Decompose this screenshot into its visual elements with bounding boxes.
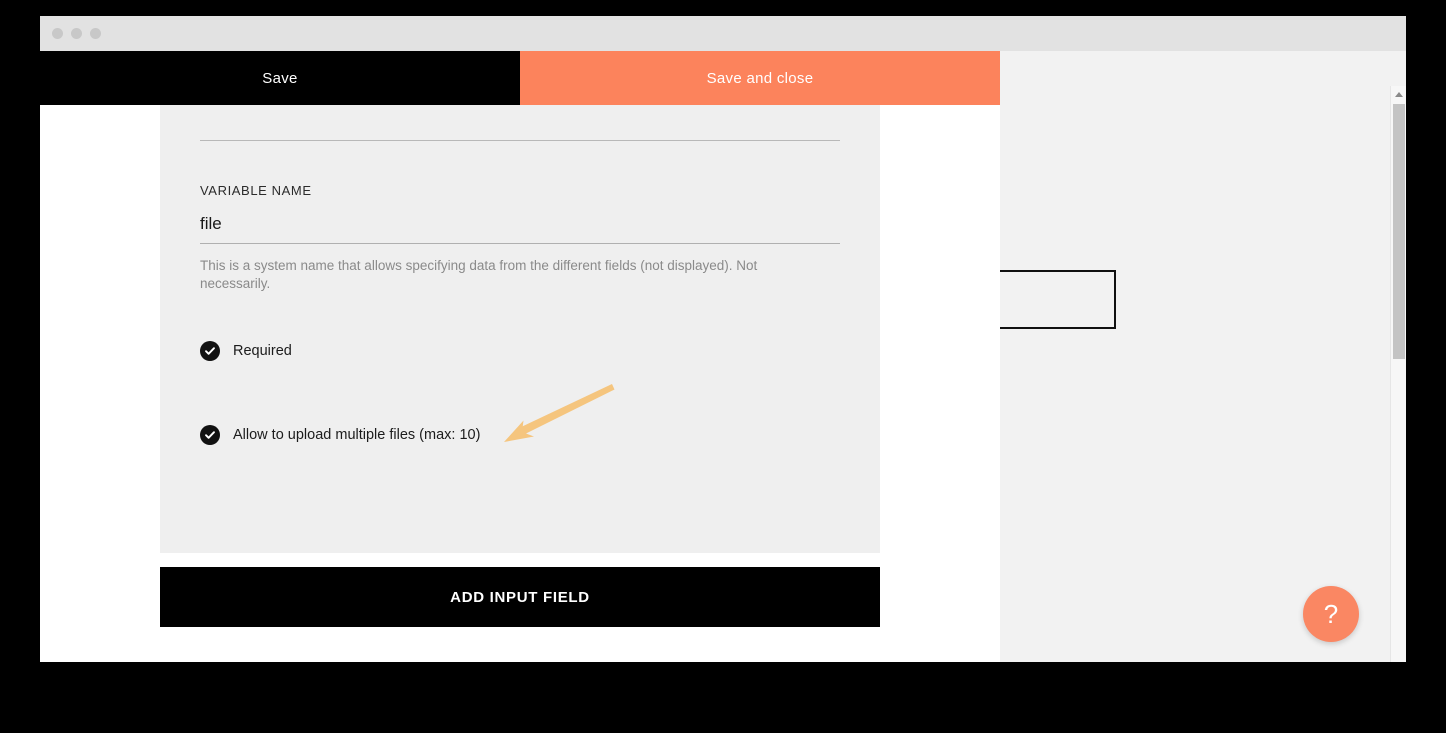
add-input-field-button[interactable]: ADD INPUT FIELD (160, 567, 880, 627)
field-editor-panel: VARIABLE NAME This is a system name that… (160, 105, 880, 553)
check-icon (200, 425, 220, 445)
help-button[interactable]: ? (1303, 586, 1359, 642)
maximize-dot[interactable] (90, 28, 101, 39)
variable-name-input[interactable] (200, 204, 840, 244)
checkbox-label-required: Required (233, 343, 292, 359)
minimize-dot[interactable] (71, 28, 82, 39)
field-settings-modal: Save Save and close VARIABLE NAME This i… (40, 51, 1000, 662)
panel-divider (200, 140, 840, 141)
save-and-close-button[interactable]: Save and close (520, 51, 1000, 105)
check-icon (200, 341, 220, 361)
variable-name-label: VARIABLE NAME (200, 183, 312, 198)
chevron-up-icon[interactable] (1391, 86, 1406, 102)
browser-window: Save Save and close VARIABLE NAME This i… (40, 16, 1406, 662)
close-dot[interactable] (52, 28, 63, 39)
scrollbar-thumb[interactable] (1393, 104, 1405, 359)
checkbox-label-allow-multiple-files: Allow to upload multiple files (max: 10) (233, 427, 481, 443)
variable-name-hint: This is a system name that allows specif… (200, 258, 758, 291)
window-titlebar (40, 16, 1406, 51)
page-scrollbar[interactable] (1390, 86, 1406, 662)
question-mark-icon: ? (1323, 598, 1339, 629)
window-controls (52, 28, 101, 39)
checkbox-row-allow-multiple-files[interactable]: Allow to upload multiple files (max: 10) (200, 425, 480, 445)
save-button[interactable]: Save (40, 51, 520, 105)
checkbox-row-required[interactable]: Required (200, 341, 292, 361)
page-viewport: Save Save and close VARIABLE NAME This i… (40, 51, 1406, 662)
modal-action-bar: Save Save and close (40, 51, 1000, 105)
